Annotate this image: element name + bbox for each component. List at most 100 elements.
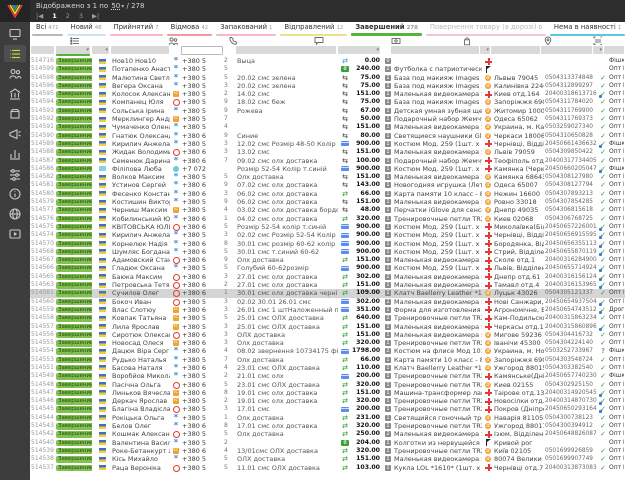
sidebar-item-stats[interactable] [4, 145, 26, 162]
sidebar-item-marketing[interactable] [4, 125, 26, 142]
phone[interactable]: +380 5 [181, 74, 223, 82]
page-size-dropdown[interactable]: 50 [111, 2, 120, 10]
tab-завершений[interactable]: Завершений278 [349, 22, 424, 36]
phone[interactable]: +380 5 [181, 115, 223, 123]
customer-name[interactable]: Кирилич Анжела Ол.. [111, 231, 170, 239]
table-row[interactable]: 514553 Завершений Рудько Наталья * +380 … [30, 356, 625, 364]
phone[interactable]: +380 6 [181, 339, 223, 347]
table-row[interactable]: 514548 Завершений Пасічна Ольга +380 6 5… [30, 381, 625, 389]
sidebar-item-clients[interactable] [4, 65, 26, 82]
table-row[interactable]: 514595 Завершений Колосок Александр lc +… [30, 90, 625, 98]
table-row[interactable]: 514587 Завершений Семенюк Дарина * +380 … [30, 157, 625, 165]
table-row[interactable]: 514568 Завершений Шумляс Богдана Ан.. * … [30, 248, 625, 256]
customer-name[interactable]: Благіна Владіслава [111, 405, 170, 413]
customer-name[interactable]: Деркач Ярослав [111, 397, 170, 405]
table-row[interactable]: 514547 Завершений Линьков Вячеслав lc +3… [30, 389, 625, 397]
table-row[interactable]: 514538 Завершений Кісь Михайло * +380 5 … [30, 455, 625, 463]
customer-name[interactable]: Гладюк Оксана [111, 264, 170, 272]
table-row[interactable]: 514594 Завершений Компанец Юля +380 5 9 … [30, 98, 625, 106]
customer-name[interactable]: Петровська Тетяна [111, 281, 170, 289]
table-row[interactable]: 514580 Завершений Фесенко Константин * +… [30, 190, 625, 198]
phone[interactable]: +380 6 [181, 273, 223, 281]
customer-name[interactable]: Костишин Виктор [111, 198, 170, 206]
phone[interactable]: +380 6 [181, 240, 223, 248]
phone[interactable]: +380 5 [181, 173, 223, 181]
table-row[interactable]: 514554 Завершений Дацюк Віра Сергіївна *… [30, 347, 625, 355]
customer-name[interactable]: КВІТОВСЬКА ЮЛІЯ [111, 223, 170, 231]
customer-name[interactable]: Дацюк Віра Сергіївна [111, 347, 170, 355]
phone[interactable]: +380 6 [181, 347, 223, 355]
phone[interactable]: +380 5 [181, 372, 223, 380]
page-button-3[interactable]: 3 [79, 12, 83, 20]
phone[interactable]: +380 5 [181, 123, 223, 131]
phone[interactable]: +380 5 [181, 140, 223, 148]
customer-name[interactable]: Раца Вероніка [111, 464, 170, 472]
filter-country[interactable]: ▾ [92, 46, 109, 54]
tab-відмова[interactable]: Відмова42 [165, 22, 215, 36]
sidebar-item-info[interactable] [4, 185, 26, 202]
table-row[interactable]: 514596 Завершений Вегера Оксана * +380 5… [30, 82, 625, 90]
customer-name[interactable]: Роке-Бетанкурт Лін.. [111, 447, 170, 455]
customer-name[interactable]: Рудько Наталья [111, 356, 170, 364]
sidebar-item-products[interactable] [4, 105, 26, 122]
filter-city[interactable] [491, 46, 540, 54]
table-row[interactable]: 514556 Завершений Сиротюк Олександр +380… [30, 331, 625, 339]
phone[interactable]: +380 6 [181, 306, 223, 314]
table-row[interactable]: 514555 Завершений Новосад Олеся lc +380 … [30, 339, 625, 347]
phone[interactable]: +380 6 [181, 422, 223, 430]
table-row[interactable]: 514716 Завершений Нов10 Нов10 * +380 5 2… [30, 57, 625, 65]
table-row[interactable]: 514567 Завершений Адамовский Станис.. +3… [30, 256, 625, 264]
phone[interactable]: +380 6 [181, 281, 223, 289]
phone[interactable]: +380 6 [181, 289, 223, 297]
table-row[interactable]: 514545 Завершений Благіна Владіслава +38… [30, 405, 625, 413]
customer-name[interactable]: Кісь Михайло [111, 455, 170, 463]
customer-name[interactable]: Корнелюк Надія Та.. [111, 240, 170, 248]
phone[interactable]: +380 6 [181, 132, 223, 140]
filter-comment[interactable] [236, 46, 336, 54]
customer-name[interactable]: Линьков Вячеслав [111, 389, 170, 397]
table-row[interactable]: 514546 Завершений Деркач Ярослав lc +380… [30, 397, 625, 405]
customer-name[interactable]: Чумаченко Олена [111, 123, 170, 131]
customer-name[interactable]: Влас Слотюу [111, 306, 170, 314]
phone[interactable]: +380 5 [181, 82, 223, 90]
customer-name[interactable]: Мерклингер Андрей [111, 115, 170, 123]
phone[interactable]: +380 5 [181, 439, 223, 447]
table-row[interactable]: 514590 Завершений Гнатюк Олександр * +38… [30, 132, 625, 140]
customer-name[interactable]: Сиротюк Олександр [111, 331, 170, 339]
customer-name[interactable]: Черниш Максим [111, 206, 170, 214]
phone[interactable]: +380 5 [181, 323, 223, 331]
phone[interactable]: +380 5 [181, 206, 223, 214]
phone[interactable]: +380 6 [181, 148, 223, 156]
filter-status[interactable]: ▾ [56, 46, 90, 56]
table-row[interactable]: 514589 Завершений Кирилич Анжела * +380 … [30, 140, 625, 148]
tab-новий[interactable]: Новий48 [65, 22, 108, 36]
customer-name[interactable]: Вегера Оксана [111, 82, 170, 90]
phone[interactable]: +380 5 [181, 298, 223, 306]
phone[interactable]: +380 6 [181, 181, 223, 189]
customer-name[interactable]: Волков Максим [111, 173, 170, 181]
table-row[interactable]: 514575 Завершений КВІТОВСЬКА ЮЛІЯ +380 6… [30, 223, 625, 231]
filter-phone-input[interactable] [181, 46, 223, 55]
filter-check[interactable]: ▾ [593, 46, 603, 54]
table-row[interactable]: 514542 Завершений Кошмак Александр +380 … [30, 430, 625, 438]
filter-tag[interactable] [604, 46, 624, 54]
table-row[interactable]: 514558 Завершений Ковпак Татьяна lc +380… [30, 314, 625, 322]
customer-name[interactable]: Малютина Светлана [111, 74, 170, 82]
customer-name[interactable]: Гнатюк Олександр [111, 132, 170, 140]
customer-name[interactable]: Кирилич Анжела [111, 140, 170, 148]
customer-name[interactable]: Кобилинський Юрий [111, 215, 170, 223]
customer-name[interactable]: Лила Ярослав [111, 323, 170, 331]
table-row[interactable]: 514599 Завершений Потапенко Анастас.. * … [30, 65, 625, 73]
phone[interactable]: +380 5 [181, 464, 223, 472]
sidebar-item-orders[interactable] [4, 45, 26, 62]
customer-name[interactable]: Шумляс Богдана Ан.. [111, 248, 170, 256]
phone[interactable]: +7 072 [181, 165, 223, 173]
table-row[interactable]: 514588 Завершений Жидак Володимир +380 6… [30, 148, 625, 156]
tab-всі[interactable]: Всі471 [30, 22, 65, 36]
table-row[interactable]: 514591 Завершений Чумаченко Олена * +380… [30, 123, 625, 131]
table-row[interactable]: 514592 Завершений Мерклингер Андрей lc +… [30, 115, 625, 123]
customer-name[interactable]: Адамовский Станис.. [111, 256, 170, 264]
customer-name[interactable]: Белов Олег [111, 422, 170, 430]
table-row[interactable]: 514561 Завершений Сучилов Олег +380 6 1 … [30, 289, 625, 297]
phone[interactable]: +380 5 [181, 198, 223, 206]
